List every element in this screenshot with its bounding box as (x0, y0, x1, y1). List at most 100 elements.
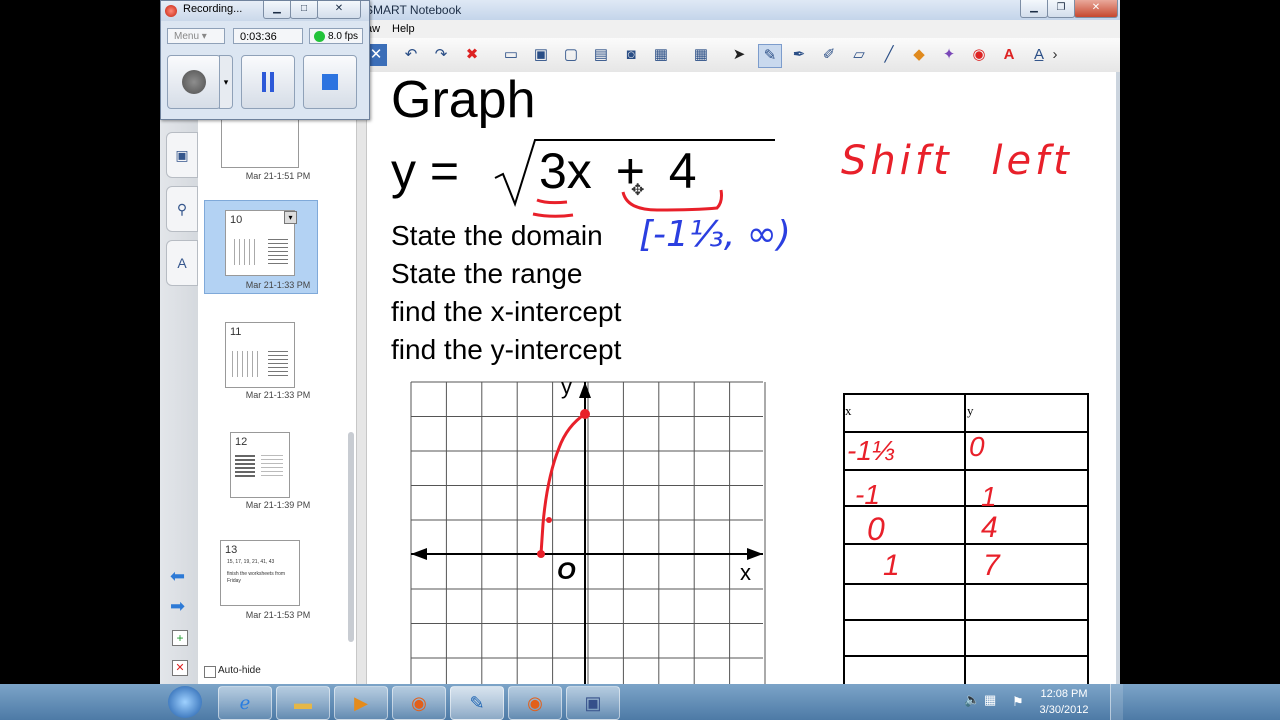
table-row-line (845, 619, 1087, 621)
record-icon (182, 70, 206, 94)
auto-hide-label: Auto-hide (218, 665, 261, 676)
ink-function-curve (539, 412, 586, 555)
file-explorer-icon[interactable]: ▬ (276, 686, 330, 720)
add-page-icon[interactable]: + (172, 630, 188, 646)
minimize-button[interactable]: ▁ (1020, 0, 1048, 18)
page-sorter: Mar 21-1:51 PM 10 ▾ Mar 21-1:33 PM 11 Ma… (198, 72, 358, 684)
page-scrollbar[interactable] (1116, 72, 1120, 684)
recorder-minimize-button[interactable]: ▁ (263, 1, 291, 19)
show-desktop-button[interactable] (1110, 684, 1123, 720)
stop-button[interactable] (303, 55, 357, 109)
smart-notebook-taskbar-icon[interactable]: ✎ (450, 686, 504, 720)
start-button[interactable] (168, 686, 202, 718)
clock-date[interactable]: 3/30/2012 (1036, 704, 1092, 716)
line-icon[interactable]: ╱ (878, 44, 900, 66)
table-cell-x: -1⅓ (847, 435, 896, 466)
page-thumbnail[interactable]: 12 (230, 432, 290, 498)
recorder-maximize-button[interactable]: □ (290, 1, 318, 19)
document-camera-icon[interactable]: ▦ (650, 44, 672, 66)
next-page-icon[interactable]: ➡ (170, 596, 185, 617)
internet-explorer-icon[interactable]: ℯ (218, 686, 272, 720)
firefox-icon-2[interactable]: ◉ (508, 686, 562, 720)
firefox-icon[interactable]: ◉ (392, 686, 446, 720)
thumbnail-date: Mar 21-1:33 PM (245, 390, 311, 400)
move-cursor-icon: ✥ (631, 182, 645, 199)
table-cell-y: 0 (969, 431, 985, 462)
select-icon[interactable]: ➤ (728, 44, 750, 66)
delete-icon[interactable]: ✖ (461, 44, 483, 66)
y-axis-label: y (561, 374, 572, 399)
screen-shade-icon[interactable]: ▭ (500, 44, 522, 66)
frame-rate: 8.0 fps (328, 31, 359, 42)
highlighter-icon[interactable]: ✐ (818, 44, 840, 66)
thumbnail-date: Mar 21-1:39 PM (245, 500, 311, 510)
creative-pen-icon[interactable]: ✒ (788, 44, 810, 66)
fill-icon[interactable]: ◉ (968, 44, 990, 66)
ink-domain-answer: [-1⅓, ∞) (639, 214, 791, 255)
attachments-tab-icon[interactable]: ⚲ (166, 186, 198, 232)
text-icon[interactable]: A (998, 44, 1020, 66)
redo-icon[interactable]: ↷ (430, 44, 452, 66)
table-cell-x: 1 (883, 549, 900, 582)
recorder-title: Recording... (183, 3, 243, 15)
recorder-menu-dropdown[interactable]: Menu ▾ (167, 28, 225, 44)
table-row-line (845, 655, 1087, 657)
auto-hide-checkbox[interactable] (204, 666, 216, 678)
table-header-y: y (967, 403, 974, 418)
table-cell-y: 1 (981, 481, 997, 512)
transparent-background-icon[interactable]: ▢ (560, 44, 582, 66)
ink-point (546, 517, 552, 523)
delete-page-icon[interactable]: ✕ (172, 660, 188, 676)
menu-help[interactable]: Help (392, 23, 415, 35)
table-row-line (845, 469, 1087, 471)
table-row-line (845, 583, 1087, 585)
clock-time[interactable]: 12:08 PM (1036, 688, 1092, 700)
dual-page-icon[interactable]: ▤ (590, 44, 612, 66)
pause-icon (262, 72, 266, 92)
record-button[interactable] (167, 55, 221, 109)
recorder-taskbar-icon[interactable]: ▣ (566, 686, 620, 720)
properties-tab-icon[interactable]: A (166, 240, 198, 286)
toolbar-more-icon[interactable]: › (1050, 44, 1060, 66)
pause-button[interactable] (241, 55, 295, 109)
recorder-close-button[interactable]: ✕ (317, 1, 361, 19)
previous-page-icon[interactable]: ⬅ (170, 566, 185, 587)
page-heading: Graph (391, 71, 536, 129)
shapes-icon[interactable]: ◆ (908, 44, 930, 66)
volume-icon[interactable]: 🔈 (964, 692, 980, 708)
undo-icon[interactable]: ↶ (400, 44, 422, 66)
ink-point-x-intercept (537, 550, 545, 558)
magic-pen-icon[interactable]: ✦ (938, 44, 960, 66)
recorder-logo-icon (165, 5, 177, 17)
network-icon[interactable]: ▦ (984, 692, 996, 708)
window-title: SMART Notebook (365, 3, 462, 17)
thumbnail-date: Mar 21-1:33 PM (245, 280, 311, 290)
table-cell-x: 0 (867, 511, 885, 547)
table-row-line (845, 505, 1087, 507)
notebook-page: Graph y = 3x + 4 State the domain State … (366, 71, 1119, 684)
ink-point-y-intercept (580, 409, 590, 419)
full-screen-icon[interactable]: ▣ (530, 44, 552, 66)
eraser-icon[interactable]: ▱ (848, 44, 870, 66)
page-thumbnail[interactable]: 13 15, 17, 19, 21, 41, 43 finish the wor… (220, 540, 300, 606)
maximize-button[interactable]: ❐ (1047, 0, 1075, 18)
page-thumbnail[interactable]: 11 (225, 322, 295, 388)
properties-icon[interactable]: A̲ (1028, 44, 1050, 66)
gallery-tab-icon[interactable]: ▣ (166, 132, 198, 178)
close-button[interactable]: ✕ (1074, 0, 1118, 18)
thumbnail-date: Mar 21-1:53 PM (245, 610, 311, 620)
record-options-dropdown[interactable]: ▾ (219, 55, 233, 109)
instruction-x-intercept: find the x-intercept (391, 296, 622, 327)
capture-icon[interactable]: ◙ (620, 44, 642, 66)
thumbnail-menu-icon[interactable]: ▾ (284, 211, 297, 224)
media-player-icon[interactable]: ▶ (334, 686, 388, 720)
ink-shift-left-note: Shift left (841, 138, 1073, 184)
sorter-scrollbar[interactable] (348, 432, 354, 642)
table-icon[interactable]: ▦ (690, 44, 712, 66)
origin-label: O (557, 558, 576, 585)
status-indicator-icon (314, 31, 325, 42)
page-thumbnail[interactable] (221, 116, 299, 168)
xy-table: x y -1⅓ 0 -1 1 0 4 1 7 (843, 393, 1089, 684)
pen-icon[interactable]: ✎ (758, 44, 782, 68)
action-center-icon[interactable]: ⚑ (1012, 694, 1024, 710)
